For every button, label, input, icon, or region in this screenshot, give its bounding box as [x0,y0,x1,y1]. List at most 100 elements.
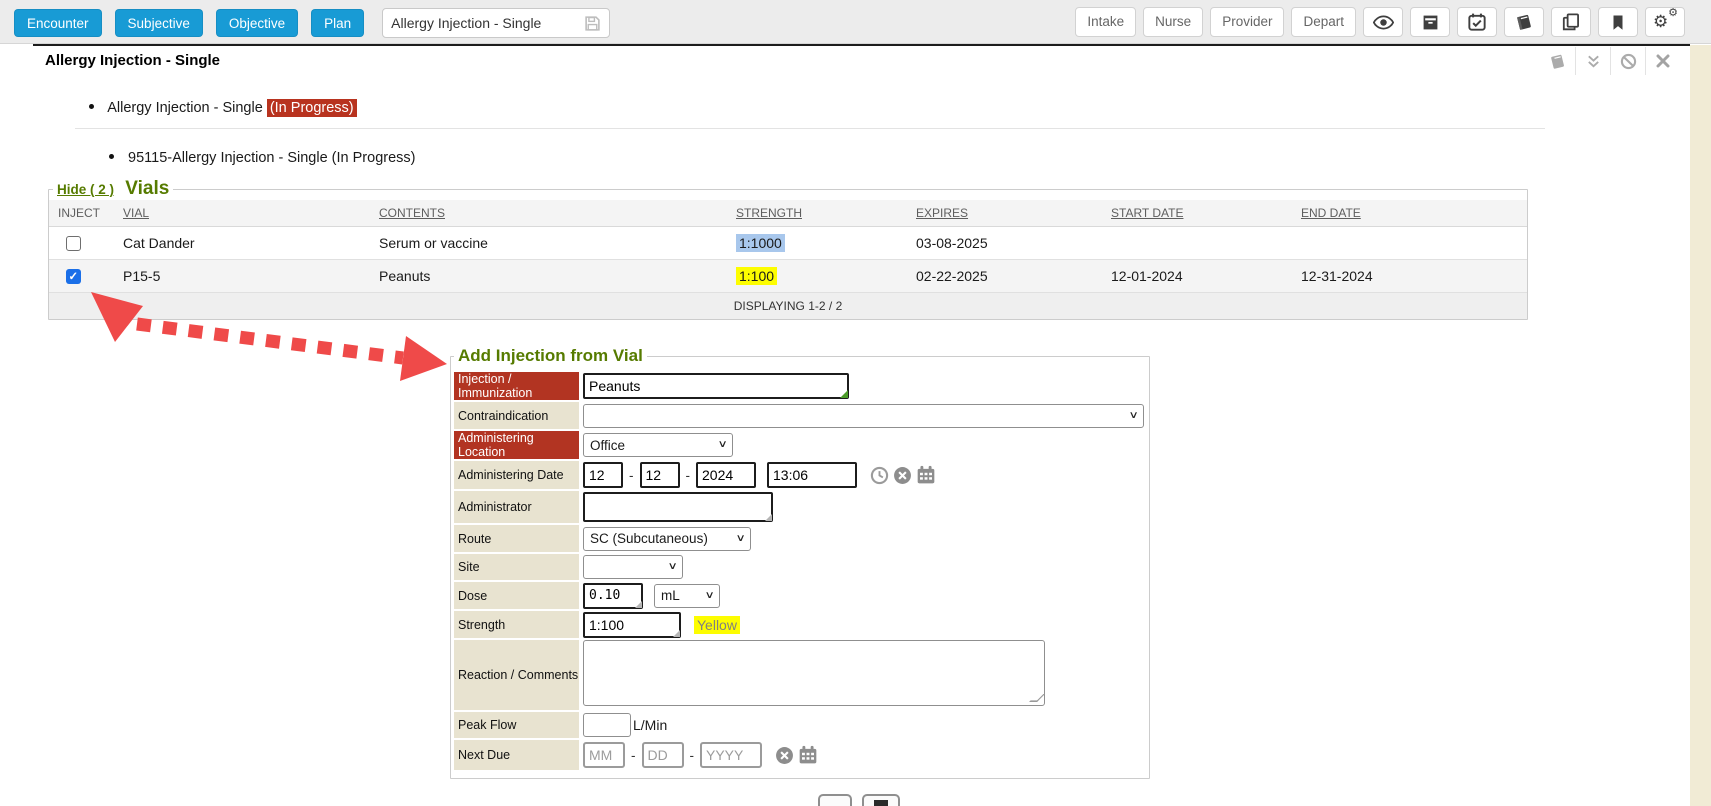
copy-button[interactable] [1551,7,1591,37]
reaction-comments-label: Reaction / Comments [454,640,579,710]
add-injection-section: Add Injection from Vial Injection / Immu… [450,346,1150,779]
settings-gears-icon: ⚙⚙ [1654,12,1676,32]
hide-vials-link[interactable]: Hide ( 2 ) [57,182,114,197]
strength-color-note: Yellow [694,616,740,634]
vial-expires: 02-22-2025 [916,268,1111,284]
provider-button[interactable]: Provider [1210,7,1284,37]
table-pagination: DISPLAYING 1-2 / 2 [49,293,1527,319]
book-icon [1515,13,1533,31]
col-expires[interactable]: EXPIRES [916,206,1111,220]
date-day-input[interactable] [640,462,680,488]
chevron-down-icon: ∨ [704,591,714,601]
inject-checkbox[interactable] [66,269,81,284]
vials-section: Hide ( 2 ) Vials INJECT VIAL CONTENTS ST… [48,178,1528,320]
strength-input[interactable] [583,612,681,638]
route-select[interactable]: SC (Subcutaneous) ∨ [583,527,751,551]
col-start-date[interactable]: START DATE [1111,206,1301,220]
panel-book-button[interactable] [1540,47,1575,75]
contraindication-select[interactable]: ∨ [583,404,1144,428]
clock-icon[interactable] [870,466,889,485]
injection-input[interactable] [583,373,849,399]
intake-button[interactable]: Intake [1075,7,1136,37]
panel-close-button[interactable] [1645,47,1680,75]
settings-button[interactable]: ⚙⚙ [1645,7,1685,37]
route-label: Route [454,525,579,552]
bottom-partial-save-button[interactable] [862,794,900,806]
status-item: Allergy Injection - Single (In Progress) [89,100,357,116]
book-button[interactable] [1504,7,1544,37]
panel-collapse-button[interactable] [1575,47,1610,75]
vial-contents: Peanuts [379,268,736,284]
date-month-input[interactable] [583,462,623,488]
table-row: Cat Dander Serum or vaccine 1:1000 03-08… [49,227,1527,260]
nurse-button[interactable]: Nurse [1143,7,1203,37]
strength-label: Strength [454,611,579,638]
bookmark-button[interactable] [1598,7,1638,37]
col-vial[interactable]: VIAL [123,206,379,220]
administrator-input[interactable] [583,492,773,522]
subjective-button[interactable]: Subjective [115,9,203,37]
inject-checkbox[interactable] [66,236,81,251]
status-badge: (In Progress) [267,99,357,117]
encounter-button[interactable]: Encounter [14,9,102,37]
administering-location-select[interactable]: Office ∨ [583,433,733,457]
next-due-month-input[interactable] [583,742,625,768]
strength-value: 1:1000 [736,234,785,252]
objective-button[interactable]: Objective [216,9,298,37]
date-year-input[interactable] [696,462,756,488]
bookmark-icon [1610,14,1626,31]
bullet-dot [89,104,94,109]
eye-icon [1373,15,1394,30]
calendar-icon[interactable] [916,465,936,485]
page-title: Allergy Injection - Single [45,52,220,69]
administering-location-label: Administering Location [454,431,579,459]
strength-value: 1:100 [736,267,777,285]
dose-input[interactable] [583,583,643,609]
peak-flow-input[interactable] [583,713,631,737]
clear-circle-icon[interactable] [775,746,794,765]
vial-name: Cat Dander [123,235,379,251]
panel-disable-button[interactable] [1610,47,1645,75]
next-due-year-input[interactable] [700,742,762,768]
col-strength[interactable]: STRENGTH [736,206,916,220]
dose-unit-select[interactable]: mL ∨ [654,584,720,608]
site-select[interactable]: ∨ [583,555,683,579]
chevron-down-icon: ∨ [1128,411,1138,421]
calendar-icon[interactable] [798,745,818,765]
clear-circle-icon[interactable] [893,466,912,485]
bottom-partial-button[interactable] [818,794,852,806]
eye-button[interactable] [1363,7,1403,37]
plan-button[interactable]: Plan [311,9,364,37]
col-contents[interactable]: CONTENTS [379,206,736,220]
injection-label: Injection / Immunization [454,372,579,400]
next-due-day-input[interactable] [642,742,684,768]
top-toolbar: Encounter Subjective Objective Plan Alle… [0,0,1711,44]
add-injection-legend: Add Injection from Vial [454,346,647,366]
calendar-check-button[interactable] [1457,7,1497,37]
col-end-date[interactable]: END DATE [1301,206,1527,220]
calendar-check-icon [1468,13,1486,31]
copy-icon [1562,13,1580,31]
status-sub-item: 95115-Allergy Injection - Single (In Pro… [109,150,415,166]
divider [75,128,1545,129]
vial-start-date: 12-01-2024 [1111,268,1301,284]
save-icon[interactable] [584,15,601,32]
document-title-box[interactable]: Allergy Injection - Single [382,8,610,38]
archive-icon [1422,14,1439,31]
peak-flow-label: Peak Flow [454,712,579,738]
vials-legend: Vials [125,178,169,199]
chevron-down-icon: ∨ [735,534,745,544]
save-icon [874,800,888,806]
site-label: Site [454,554,579,580]
vials-table: INJECT VIAL CONTENTS STRENGTH EXPIRES ST… [49,200,1527,319]
dose-label: Dose [454,582,579,609]
next-due-label: Next Due [454,740,579,770]
allergy-injection-panel: Allergy Injection - Single [33,44,1690,806]
depart-button[interactable]: Depart [1291,7,1356,37]
status-item-text: Allergy Injection - Single [107,100,263,116]
administrator-label: Administrator [454,491,579,523]
archive-button[interactable] [1410,7,1450,37]
date-time-input[interactable] [767,462,857,488]
reaction-comments-textarea[interactable] [583,640,1045,706]
side-panel-edge [1690,45,1711,806]
